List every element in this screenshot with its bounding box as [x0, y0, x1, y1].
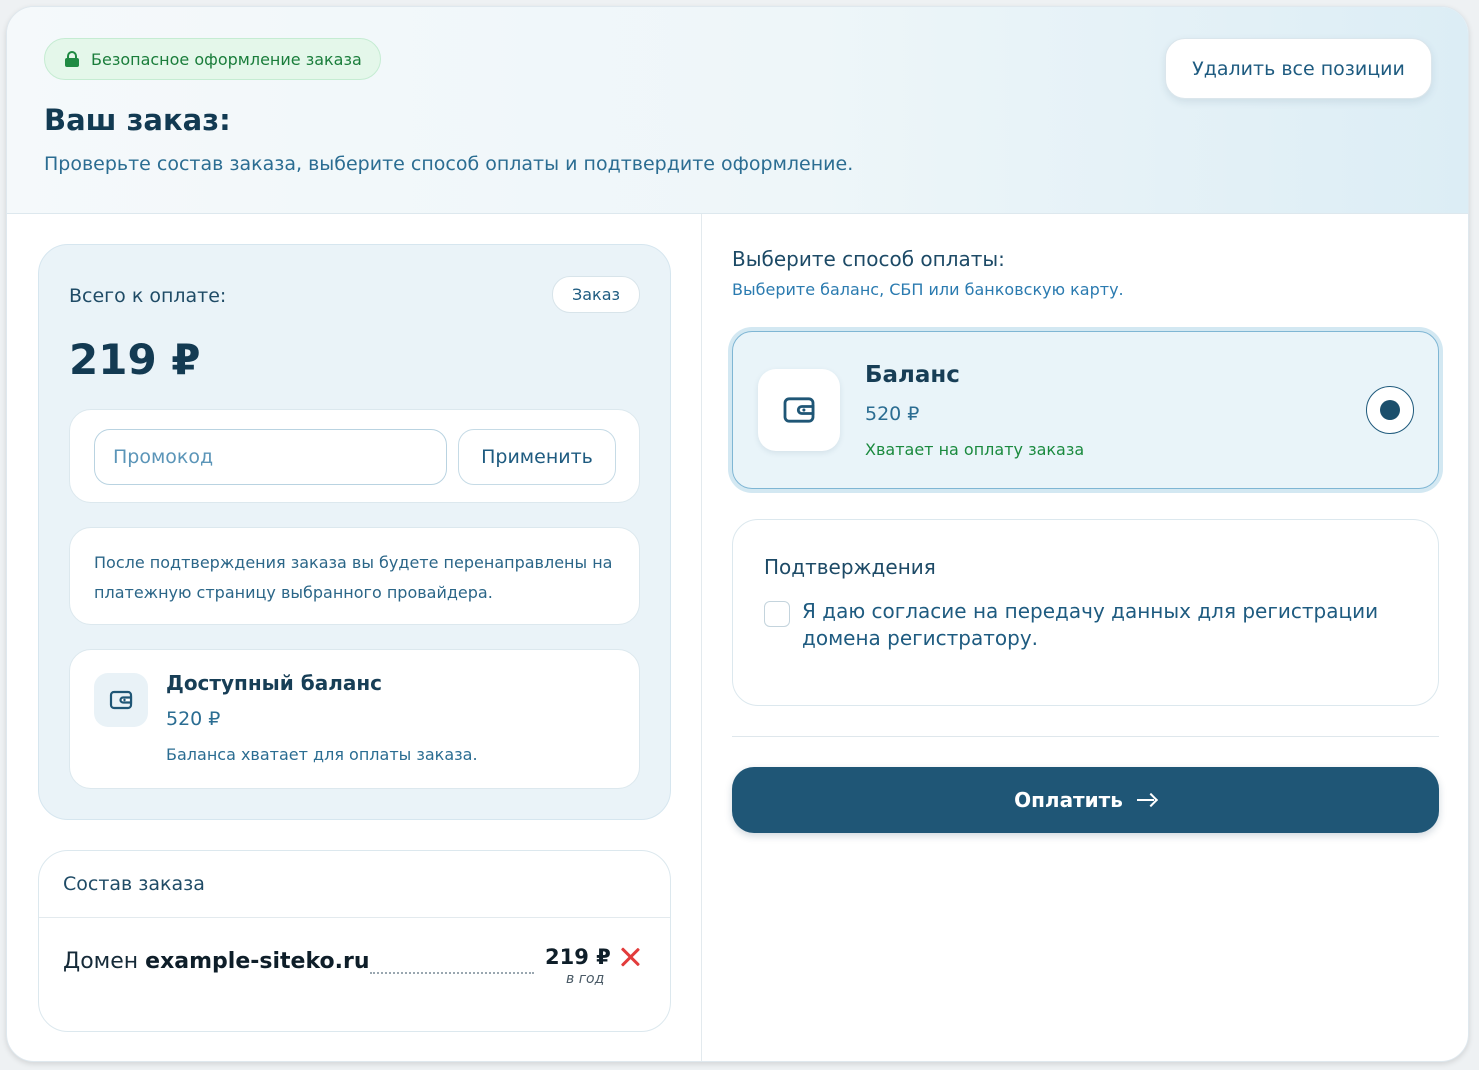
payment-method-balance[interactable]: Баланс 520 ₽ Хватает на оплату заказа — [732, 331, 1439, 489]
apply-promo-button[interactable]: Применить — [458, 429, 616, 485]
payment-method-note: Хватает на оплату заказа — [865, 440, 1085, 459]
order-chip: Заказ — [552, 276, 640, 313]
page-title: Ваш заказ: — [44, 103, 231, 137]
redirect-note: После подтверждения заказа вы будете пер… — [69, 527, 640, 625]
consent-label[interactable]: Я даю согласие на передачу данных для ре… — [802, 598, 1402, 652]
lock-icon — [65, 51, 79, 67]
consent-checkbox[interactable] — [764, 601, 790, 627]
balance-amount: 520 ₽ — [166, 708, 221, 730]
checkout-header: Безопасное оформление заказа Ваш заказ: … — [7, 7, 1468, 214]
available-balance-card: Доступный баланс 520 ₽ Баланса хватает д… — [69, 649, 640, 789]
pay-button-label: Оплатить — [1014, 788, 1123, 812]
checkout-card: Безопасное оформление заказа Ваш заказ: … — [6, 6, 1469, 1062]
order-summary-panel: Всего к оплате: Заказ 219 ₽ Применить По… — [38, 244, 671, 820]
payment-method-radio[interactable] — [1366, 386, 1414, 434]
payment-method-name: Баланс — [865, 362, 960, 388]
confirmations-panel: Подтверждения Я даю согласие на передачу… — [732, 519, 1439, 706]
wallet-icon — [758, 369, 840, 451]
total-label: Всего к оплате: — [69, 285, 227, 307]
section-divider — [732, 736, 1439, 737]
radio-selected-dot — [1380, 400, 1400, 420]
dotted-leader — [370, 972, 534, 974]
order-item-name: Домен example-siteko.ru — [63, 949, 370, 974]
arrow-right-icon — [1136, 793, 1157, 807]
promo-code-input[interactable] — [94, 429, 447, 485]
payment-method-subtitle: Выберите баланс, СБП или банковскую карт… — [732, 280, 1124, 299]
payment-method-amount: 520 ₽ — [865, 403, 920, 425]
secure-checkout-badge: Безопасное оформление заказа — [44, 38, 381, 80]
payment-method-title: Выберите способ оплаты: — [732, 247, 1005, 271]
page-subtitle: Проверьте состав заказа, выберите способ… — [44, 153, 854, 175]
column-divider — [701, 214, 702, 1061]
order-items-separator — [39, 917, 670, 918]
remove-item-icon[interactable] — [619, 945, 641, 967]
balance-title: Доступный баланс — [166, 671, 383, 695]
order-item-price: 219 ₽ — [545, 945, 611, 969]
order-items-panel: Состав заказа Домен example-siteko.ru 21… — [38, 850, 671, 1032]
confirmations-title: Подтверждения — [764, 555, 936, 579]
order-items-title: Состав заказа — [63, 873, 205, 895]
promo-code-section: Применить — [69, 409, 640, 503]
balance-note: Баланса хватает для оплаты заказа. — [166, 745, 478, 764]
order-item-row: Домен example-siteko.ru 219 ₽ в год — [63, 945, 643, 989]
domain-name: example-siteko.ru — [145, 949, 370, 974]
remove-all-items-button[interactable]: Удалить все позиции — [1165, 38, 1432, 99]
total-amount: 219 ₽ — [69, 335, 201, 384]
wallet-icon — [94, 673, 148, 727]
pay-button[interactable]: Оплатить — [732, 767, 1439, 833]
order-item-period: в год — [566, 971, 605, 987]
secure-badge-label: Безопасное оформление заказа — [91, 49, 362, 69]
